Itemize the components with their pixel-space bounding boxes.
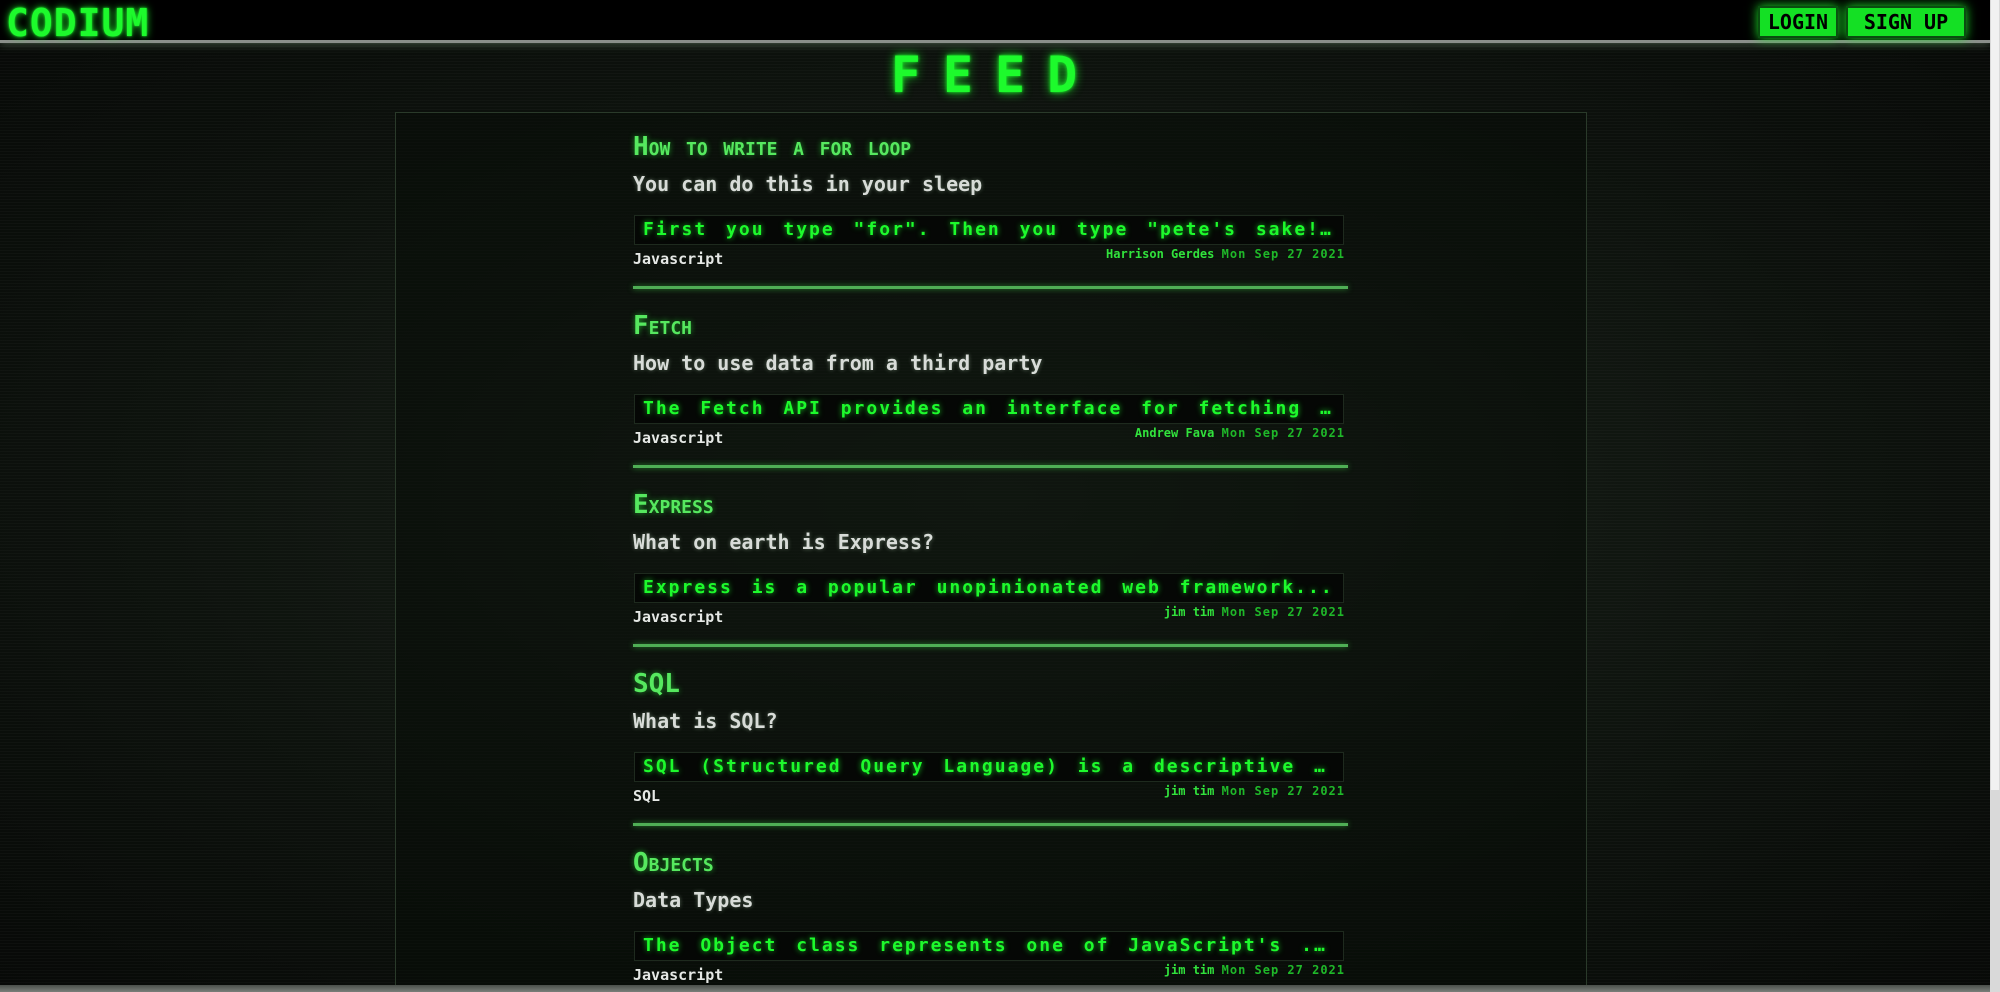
post-date: Mon Sep 27 2021 [1221,247,1345,261]
post-author[interactable]: jim tim [1164,963,1215,977]
post-date: Mon Sep 27 2021 [1221,605,1345,619]
post-date: Mon Sep 27 2021 [1221,426,1345,440]
feed-heading: FEED [890,46,1100,104]
post-excerpt[interactable]: Express is a popular unopinionated web f… [634,573,1344,603]
post-meta: jim tim Mon Sep 27 2021 [1164,605,1345,619]
post-title[interactable]: SQL [633,669,680,699]
scrollbar-thumb[interactable] [1991,0,1999,790]
post-author[interactable]: Harrison Gerdes [1106,247,1214,261]
post-date: Mon Sep 27 2021 [1221,963,1345,977]
post-divider [633,286,1348,289]
post-meta: Andrew Fava Mon Sep 27 2021 [1135,426,1345,440]
post-divider [633,823,1348,826]
post-tag: SQL [633,787,661,805]
codium-logo[interactable]: CODIUM [6,1,149,45]
post-date: Mon Sep 27 2021 [1221,784,1345,798]
post-tag: Javascript [633,429,724,447]
post-tag: Javascript [633,250,724,268]
signup-button[interactable]: SIGN UP [1846,6,1966,38]
post-meta: Harrison Gerdes Mon Sep 27 2021 [1106,247,1345,261]
window-bottom-edge [0,985,1990,992]
post-subtitle: How to use data from a third party [633,351,1043,375]
post-title[interactable]: How to write a for loop [633,132,911,162]
post-subtitle: What on earth is Express? [633,530,935,554]
post-subtitle: You can do this in your sleep [633,172,983,196]
post-excerpt[interactable]: The Fetch API provides an interface for … [634,394,1344,424]
post-title[interactable]: Fetch [633,311,692,341]
page-scrollbar[interactable] [1990,0,2000,992]
post-divider [633,644,1348,647]
post-title[interactable]: Express [633,490,714,520]
post-tag: Javascript [633,966,724,984]
post-title[interactable]: Objects [633,848,714,878]
post-excerpt[interactable]: SQL (Structured Query Language) is a des… [634,752,1344,782]
post-excerpt[interactable]: The Object class represents one of JavaS… [634,931,1344,961]
post-author[interactable]: jim tim [1164,784,1215,798]
post-meta: jim tim Mon Sep 27 2021 [1164,784,1345,798]
top-navigation-bar: CODIUM LOGIN SIGN UP [0,0,1990,45]
post-tag: Javascript [633,608,724,626]
login-button[interactable]: LOGIN [1758,6,1838,38]
post-divider [633,465,1348,468]
post-author[interactable]: jim tim [1164,605,1215,619]
post-meta: jim tim Mon Sep 27 2021 [1164,963,1345,977]
post-excerpt[interactable]: First you type "for". Then you type "pet… [634,215,1344,245]
post-subtitle: Data Types [633,888,754,912]
post-subtitle: What is SQL? [633,709,778,733]
post-author[interactable]: Andrew Fava [1135,426,1214,440]
